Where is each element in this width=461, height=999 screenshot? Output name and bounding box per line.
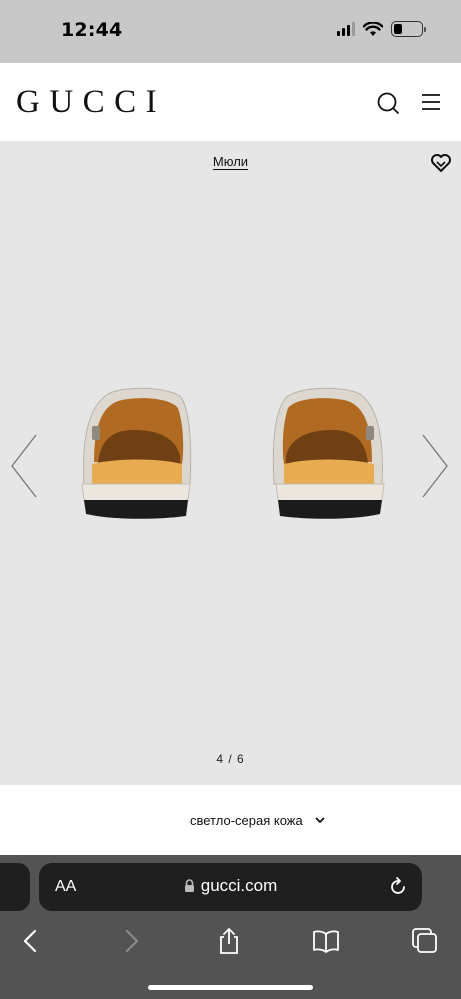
left-mule-shape [81, 387, 192, 519]
share-icon[interactable] [215, 927, 243, 955]
color-select[interactable]: светло-серая кожа [190, 813, 325, 828]
color-select-value: светло-серая кожа [190, 813, 303, 828]
image-pager: 4 / 6 [216, 752, 245, 766]
forward-icon[interactable] [117, 927, 145, 955]
reload-icon[interactable] [387, 876, 409, 898]
bookmarks-icon[interactable] [312, 927, 340, 955]
site-header: GUCCI [0, 63, 461, 141]
heart-icon[interactable] [430, 153, 452, 173]
status-bar: 12:44 [0, 0, 461, 63]
next-image-arrow-icon[interactable] [421, 433, 449, 499]
search-icon[interactable] [375, 90, 401, 116]
battery-icon [391, 21, 426, 37]
chevron-down-icon [315, 817, 325, 824]
url-text: gucci.com [200, 876, 278, 895]
browser-bottom-bar: AA gucci.com [0, 855, 461, 999]
color-selector-row: светло-серая кожа [0, 785, 461, 855]
menu-icon[interactable] [420, 92, 442, 112]
back-icon[interactable] [17, 927, 45, 955]
address-bar[interactable]: AA gucci.com [39, 863, 422, 911]
product-image [81, 387, 385, 519]
previous-tab-preview[interactable] [0, 863, 30, 911]
browser-toolbar [0, 919, 461, 959]
gucci-logo[interactable]: GUCCI [16, 84, 166, 121]
signal-icon [337, 22, 355, 36]
product-gallery[interactable]: Мюли 4 / 6 [0, 141, 461, 785]
url-display[interactable]: gucci.com [39, 876, 422, 896]
status-time: 12:44 [61, 19, 123, 41]
right-mule-shape [272, 387, 385, 519]
wifi-icon [363, 21, 383, 36]
status-icons [337, 21, 426, 37]
previous-image-arrow-icon[interactable] [10, 433, 38, 499]
category-link[interactable]: Мюли [0, 154, 461, 169]
tabs-icon[interactable] [411, 927, 439, 955]
lock-icon [184, 879, 194, 892]
home-indicator [148, 985, 313, 990]
